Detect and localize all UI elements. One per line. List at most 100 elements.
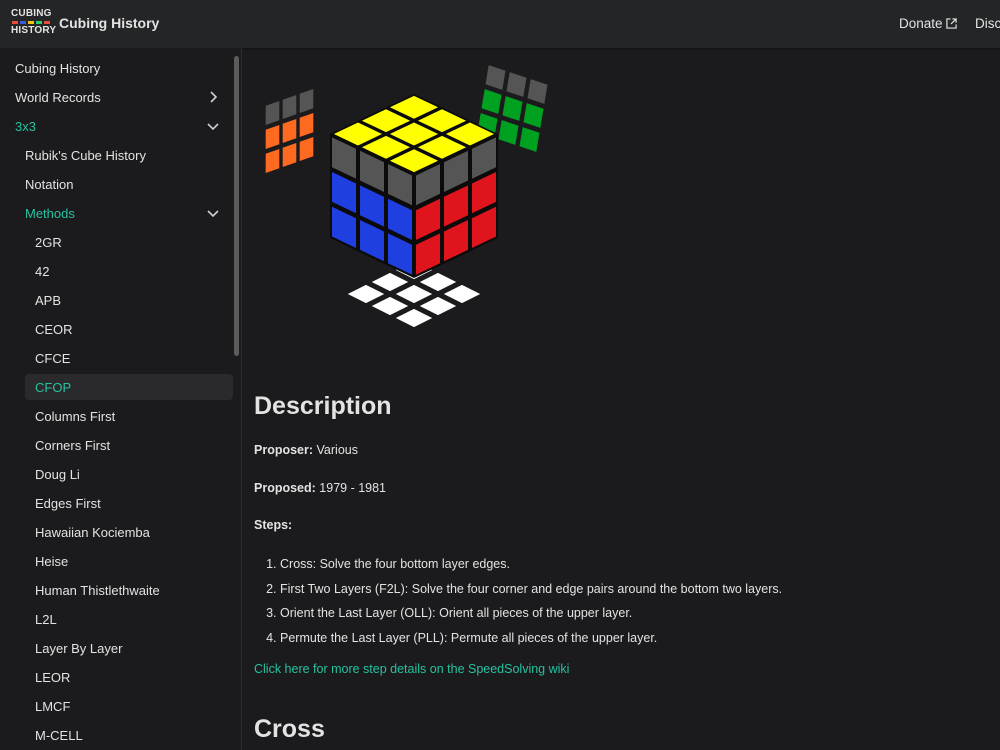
sidebar-item-3x3[interactable]: 3x3 xyxy=(5,113,230,139)
discord-link[interactable]: Disc xyxy=(975,16,1000,31)
proposer-line: Proposer: Various xyxy=(254,443,358,457)
logo-top-text: CUBING xyxy=(11,8,52,19)
sticker-white-ghost xyxy=(371,272,409,292)
sidebar-item-label: CFOP xyxy=(35,379,72,395)
sidebar: Cubing History World Records 3x3 Rubik's… xyxy=(0,48,242,750)
chevron-right-icon[interactable] xyxy=(206,90,220,104)
sidebar-item-label: LMCF xyxy=(35,698,71,714)
sticker-white-ghost xyxy=(371,296,409,316)
sidebar-item-2gr[interactable]: 2GR xyxy=(25,229,230,255)
sidebar-item-label: 42 xyxy=(35,263,50,279)
sidebar-item-label: Edges First xyxy=(35,495,101,511)
sidebar-item-label: Heise xyxy=(35,553,69,569)
sidebar-item-edges-first[interactable]: Edges First xyxy=(25,490,230,516)
sidebar-item-leor[interactable]: LEOR xyxy=(25,664,230,690)
chevron-down-icon[interactable] xyxy=(206,119,220,133)
sticker-white-ghost xyxy=(395,284,433,304)
sidebar-item-label: Columns First xyxy=(35,408,116,424)
sidebar-item-label: CFCE xyxy=(35,350,71,366)
sticker-orange-ghost xyxy=(299,137,314,161)
list-item: Orient the Last Layer (OLL): Orient all … xyxy=(280,601,782,626)
steps-line: Steps: xyxy=(254,518,292,532)
sidebar-item-label: Human Thistlethwaite xyxy=(35,582,160,598)
sidebar-item-label: Notation xyxy=(25,176,74,192)
sidebar-item-42[interactable]: 42 xyxy=(25,258,230,284)
sticker-green-ghost xyxy=(502,96,523,121)
sticker-green-ghost xyxy=(498,120,519,145)
sticker-orange-ghost xyxy=(265,149,280,173)
sticker-orange-ghost xyxy=(299,113,314,137)
sidebar-item-label: Hawaiian Kociemba xyxy=(35,524,150,540)
sidebar-item-label: CEOR xyxy=(35,321,73,337)
sidebar-item-layer-by-layer[interactable]: Layer By Layer xyxy=(25,635,230,661)
site-logo[interactable]: CUBING HISTORY xyxy=(11,8,57,39)
sidebar-item-label: Doug Li xyxy=(35,466,80,482)
sticker-orange-ghost xyxy=(265,101,280,125)
sidebar-scrollbar[interactable] xyxy=(233,48,239,750)
external-link-icon xyxy=(945,18,957,29)
cube-diagram xyxy=(265,65,548,328)
sidebar-item-label: Methods xyxy=(25,205,75,221)
proposed-value: 1979 - 1981 xyxy=(315,481,387,495)
sticker-white-ghost xyxy=(395,308,433,328)
sidebar-item-label: Rubik's Cube History xyxy=(25,147,146,163)
donate-link[interactable]: Donate xyxy=(899,16,957,31)
sidebar-item-apb[interactable]: APB xyxy=(25,287,230,313)
sidebar-item-ceor[interactable]: CEOR xyxy=(25,316,230,342)
proposer-label: Proposer: xyxy=(254,443,314,457)
sidebar-item-l2l[interactable]: L2L xyxy=(25,606,230,632)
sidebar-item-human-thistlethwaite[interactable]: Human Thistlethwaite xyxy=(25,577,230,603)
sticker-green-ghost xyxy=(506,72,527,97)
sticker-green-ghost xyxy=(523,103,544,128)
proposed-line: Proposed: 1979 - 1981 xyxy=(254,481,386,495)
proposed-label: Proposed: xyxy=(254,481,316,495)
sidebar-item-columns-first[interactable]: Columns First xyxy=(25,403,230,429)
sidebar-item-doug-li[interactable]: Doug Li xyxy=(25,461,230,487)
sidebar-item-heise[interactable]: Heise xyxy=(25,548,230,574)
sidebar-item-cubing-history[interactable]: Cubing History xyxy=(5,55,230,81)
sticker-orange-ghost xyxy=(282,119,297,143)
sidebar-item-label: 3x3 xyxy=(15,118,36,134)
steps-label: Steps: xyxy=(254,518,293,532)
sidebar-item-rubiks-cube-history[interactable]: Rubik's Cube History xyxy=(15,142,230,168)
sidebar-item-notation[interactable]: Notation xyxy=(15,171,230,197)
sidebar-item-world-records[interactable]: World Records xyxy=(5,84,230,110)
sidebar-item-lmcf[interactable]: LMCF xyxy=(25,693,230,719)
sticker-white-ghost xyxy=(443,284,481,304)
sidebar-item-label: L2L xyxy=(35,611,57,627)
sidebar-item-label: Corners First xyxy=(35,437,111,453)
list-item: Permute the Last Layer (PLL): Permute al… xyxy=(280,626,782,651)
cross-heading: Cross xyxy=(254,715,325,743)
sidebar-item-label: Cubing History xyxy=(15,60,101,76)
sticker-orange-ghost xyxy=(282,95,297,119)
site-title[interactable]: Cubing History xyxy=(59,15,159,31)
navbar: CUBING HISTORY Cubing History Donate Dis… xyxy=(0,0,1000,48)
chevron-down-icon[interactable] xyxy=(206,206,220,220)
sidebar-item-cfce[interactable]: CFCE xyxy=(25,345,230,371)
sidebar-item-label: 2GR xyxy=(35,234,62,250)
sticker-green-ghost xyxy=(519,127,540,152)
sticker-green-ghost xyxy=(527,79,548,104)
sticker-orange-ghost xyxy=(299,89,314,113)
sidebar-item-hawaiian-kociemba[interactable]: Hawaiian Kociemba xyxy=(25,519,230,545)
logo-bottom-text: HISTORY xyxy=(11,25,57,36)
sidebar-item-label: LEOR xyxy=(35,669,71,685)
sidebar-item-corners-first[interactable]: Corners First xyxy=(25,432,230,458)
description-heading: Description xyxy=(254,392,392,420)
sidebar-item-m-cell[interactable]: M-CELL xyxy=(25,722,230,748)
sidebar-item-label: Layer By Layer xyxy=(35,640,123,656)
sticker-orange-ghost xyxy=(282,143,297,167)
speedsolving-wiki-link[interactable]: Click here for more step details on the … xyxy=(254,662,569,676)
sidebar-item-label: M-CELL xyxy=(35,727,83,743)
donate-label: Donate xyxy=(899,16,943,31)
sticker-white-ghost xyxy=(419,272,457,292)
sticker-green-ghost xyxy=(481,89,502,114)
logo-color-dots xyxy=(12,21,55,24)
scrollbar-thumb[interactable] xyxy=(234,56,239,356)
sidebar-item-methods[interactable]: Methods xyxy=(15,200,230,226)
proposer-value: Various xyxy=(313,443,358,457)
sticker-white-ghost xyxy=(419,296,457,316)
sidebar-item-cfop[interactable]: CFOP xyxy=(25,374,233,400)
sticker-green-ghost xyxy=(485,65,506,90)
list-item: Cross: Solve the four bottom layer edges… xyxy=(280,552,782,577)
